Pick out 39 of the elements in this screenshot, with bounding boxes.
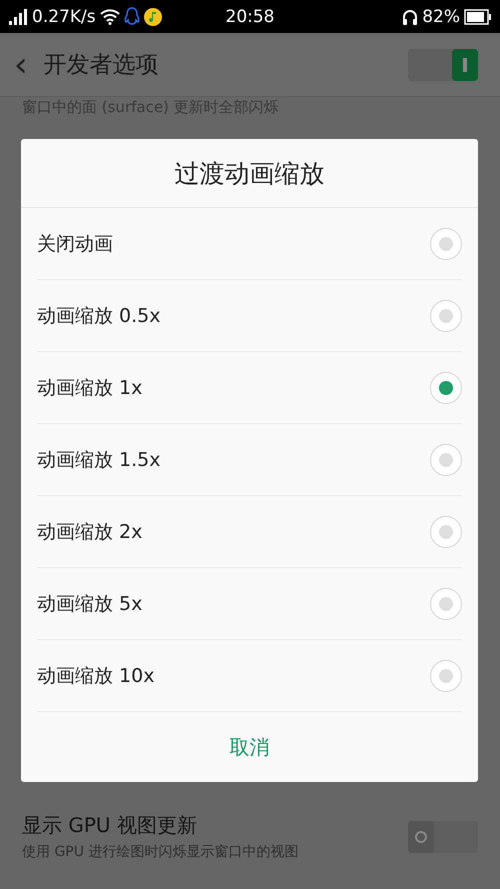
signal-icon [8,8,28,24]
radio-button[interactable] [430,516,462,548]
dialog-title: 过渡动画缩放 [21,139,478,208]
option-label: 动画缩放 2x [37,520,142,544]
option-label: 动画缩放 0.5x [37,304,160,328]
option-row[interactable]: 动画缩放 2x [37,496,462,568]
page-title: 开发者选项 [44,51,160,80]
setting-title: 显示 GPU 视图更新 [22,812,198,839]
option-row[interactable]: 动画缩放 5x [37,568,462,640]
clock-time: 20:58 [226,6,274,26]
radio-button[interactable] [430,300,462,332]
option-row[interactable]: 动画缩放 10x [37,640,462,712]
option-row[interactable]: 动画缩放 1x [37,352,462,424]
wifi-icon [100,8,120,24]
option-label: 动画缩放 10x [37,664,154,688]
music-icon [144,8,162,26]
option-label: 动画缩放 1.5x [37,448,160,472]
option-label: 动画缩放 1x [37,376,142,400]
headphones-icon [402,8,418,26]
battery-percent: 82% [422,6,460,26]
option-row[interactable]: 动画缩放 0.5x [37,280,462,352]
option-row[interactable]: 动画缩放 1.5x [37,424,462,496]
radio-button[interactable] [430,228,462,260]
circle-icon [414,830,428,844]
penguin-icon [124,6,140,26]
battery-icon [464,8,492,24]
option-label: 动画缩放 5x [37,592,142,616]
bar-icon [463,58,467,72]
toggle-switch[interactable] [408,820,478,852]
setting-description: 使用 GPU 进行绘图时闪烁显示窗口中的视图 [22,843,300,861]
toggle-switch[interactable] [408,48,478,80]
radio-button[interactable] [430,660,462,692]
radio-button[interactable] [430,588,462,620]
radio-button[interactable] [430,372,462,404]
option-row[interactable]: 关闭动画 [37,208,462,280]
cancel-button[interactable]: 取消 [21,712,478,782]
radio-button[interactable] [430,444,462,476]
option-label: 关闭动画 [37,232,113,256]
network-speed: 0.27K/s [32,6,96,26]
